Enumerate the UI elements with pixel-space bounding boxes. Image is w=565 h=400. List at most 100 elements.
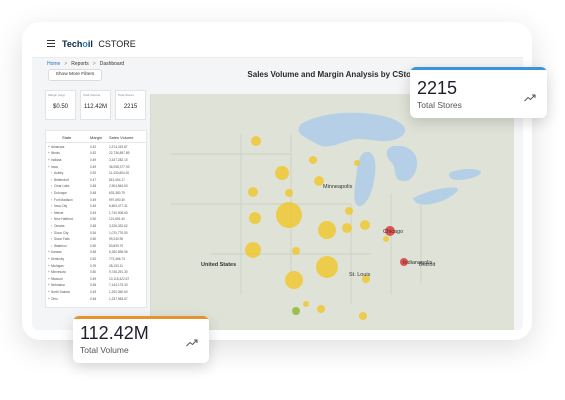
- store-bubble[interactable]: [303, 301, 309, 307]
- row-child-marker: ›: [51, 190, 53, 195]
- store-bubble[interactable]: [248, 187, 258, 197]
- expand-toggle-icon[interactable]: +: [48, 297, 50, 301]
- table-cell-volume: 1,237,983.67: [109, 296, 128, 301]
- table-row[interactable]: Arkansas +0.42 2,274,419.87: [46, 144, 146, 150]
- store-bubble[interactable]: [360, 220, 370, 230]
- store-bubble[interactable]: [359, 312, 367, 320]
- store-map[interactable]: United States Chicago Indianapolis Detro…: [150, 94, 514, 330]
- expand-toggle-icon[interactable]: +: [48, 290, 50, 294]
- store-bubble[interactable]: [249, 212, 261, 224]
- row-child-marker: ›: [51, 197, 53, 202]
- table-cell-volume: 3,226,332.62: [109, 223, 128, 228]
- table-row[interactable]: Melcer › 0.49 1,740,908.60: [46, 210, 146, 216]
- table-row[interactable]: New Hartford › 0.50 121,651.40: [46, 217, 146, 223]
- table-row[interactable]: Kentucky +0.52 773,466.73: [46, 256, 146, 262]
- store-bubble[interactable]: [275, 166, 289, 180]
- table-cell-volume: 99,240.90: [109, 237, 124, 242]
- table-row[interactable]: Illinois +0.52 22,736,897.89: [46, 151, 146, 157]
- expand-toggle-icon[interactable]: +: [48, 277, 50, 281]
- table-row[interactable]: Omaha › 0.48 3,226,332.62: [46, 223, 146, 229]
- table-row[interactable]: Waterloo › 0.50 50,830.70: [46, 243, 146, 249]
- kpi-tiles: Margin (avg) $0.50 Total Volume 112.42M …: [45, 90, 147, 128]
- label-country: United States: [201, 262, 236, 268]
- store-bubble[interactable]: [309, 156, 317, 164]
- table-row[interactable]: Bettendorf › 0.47 813,064.17: [46, 177, 146, 183]
- table-cell-margin: 0.29: [90, 263, 97, 268]
- table-row[interactable]: Fort Madison › 0.49 997,690.30: [46, 197, 146, 203]
- table-row[interactable]: Michigan +0.29 28,153.11: [46, 263, 146, 269]
- table-row[interactable]: North Dakota +0.49 1,200,360.60: [46, 289, 146, 295]
- store-bubble[interactable]: [245, 242, 261, 258]
- store-bubble[interactable]: [342, 223, 352, 233]
- app-logo[interactable]: Techoil CSTORE: [62, 39, 136, 49]
- table-cell-volume: 50,830.70: [109, 243, 124, 248]
- table-cell-margin: 0.50: [90, 243, 97, 248]
- table-row[interactable]: Sioux City › 0.54 1,070,776.50: [46, 230, 146, 236]
- store-bubble[interactable]: [354, 160, 360, 166]
- store-bubble[interactable]: [276, 202, 302, 228]
- map-canvas[interactable]: United States Chicago Indianapolis Detro…: [151, 94, 514, 330]
- store-bubble[interactable]: [345, 207, 353, 215]
- expand-toggle-icon[interactable]: +: [48, 283, 50, 287]
- stage: Techoil CSTORE Home > Reports > Dashboard Sh…: [0, 0, 565, 400]
- total-stores-card[interactable]: 2215 Total Stores: [410, 67, 547, 118]
- table-cell-name: Ackley: [54, 171, 64, 176]
- menu-icon[interactable]: [47, 40, 55, 47]
- table-row[interactable]: Ohio +0.48 1,237,983.67: [46, 296, 146, 302]
- total-volume-value: 112.42M: [80, 323, 149, 343]
- table-row[interactable]: Iowa +0.49 36,058,377.93: [46, 164, 146, 170]
- table-cell-volume: 28,153.11: [109, 263, 123, 268]
- expand-toggle-icon[interactable]: +: [48, 165, 50, 169]
- table-cell-name: Minnesota: [51, 270, 66, 275]
- table-row[interactable]: Iowa City › 0.45 6,563,477.31: [46, 203, 146, 209]
- store-bubble[interactable]: [318, 221, 336, 239]
- breadcrumb-reports[interactable]: Reports: [71, 61, 89, 67]
- table-row[interactable]: Missouri +0.49 10,115,422.67: [46, 276, 146, 282]
- table-cell-margin: 0.48: [90, 223, 97, 228]
- expand-toggle-icon[interactable]: +: [48, 257, 50, 261]
- card-accent-bar: [410, 67, 547, 70]
- expand-toggle-icon[interactable]: +: [48, 250, 50, 254]
- brand-suffix: il: [87, 39, 93, 49]
- expand-toggle-icon[interactable]: +: [48, 151, 50, 155]
- table-row[interactable]: Indiana +0.49 3,167,282.10: [46, 157, 146, 163]
- store-bubble[interactable]: [316, 256, 338, 278]
- store-bubble[interactable]: [285, 271, 303, 289]
- table-row[interactable]: Nebraska +0.48 7,144,175.30: [46, 283, 146, 289]
- table-cell-name: Sioux City: [54, 230, 69, 235]
- expand-toggle-icon[interactable]: +: [48, 264, 50, 268]
- table-cell-margin: 0.49: [90, 276, 97, 281]
- table-cell-margin: 0.52: [90, 256, 97, 261]
- total-volume-card[interactable]: 112.42M Total Volume: [73, 316, 209, 363]
- table-row[interactable]: Ackley › 0.52 11,430,854.20: [46, 170, 146, 176]
- expand-toggle-icon[interactable]: +: [48, 158, 50, 162]
- show-more-filters-button[interactable]: Show More Filters: [48, 69, 102, 81]
- table-cell-margin: 0.54: [90, 230, 97, 235]
- store-bubble-mid-margin[interactable]: [292, 307, 300, 315]
- row-child-marker: ›: [51, 171, 53, 176]
- store-bubble[interactable]: [292, 247, 300, 255]
- row-child-marker: ›: [51, 230, 53, 235]
- expand-toggle-icon[interactable]: +: [48, 270, 50, 274]
- table-row[interactable]: Kansas +0.48 6,260,898.56: [46, 250, 146, 256]
- table-row[interactable]: Minnesota +0.50 9,746,291.30: [46, 269, 146, 275]
- breadcrumb-home[interactable]: Home: [47, 61, 60, 67]
- store-bubble[interactable]: [317, 305, 325, 313]
- table-row[interactable]: Clear Lake › 0.48 2,904,564.60: [46, 184, 146, 190]
- table-cell-margin: 0.52: [90, 151, 97, 156]
- column-header-margin[interactable]: Margin: [90, 135, 102, 140]
- kpi-value: 2215: [123, 104, 138, 110]
- store-bubble[interactable]: [285, 189, 293, 197]
- store-bubble[interactable]: [251, 136, 261, 146]
- column-header-volume[interactable]: Sales Volume: [109, 135, 133, 140]
- column-header-state[interactable]: State: [62, 135, 71, 140]
- store-bubble[interactable]: [383, 236, 389, 242]
- table-cell-name: New Hartford: [54, 217, 73, 222]
- table-cell-name: North Dakota: [51, 289, 70, 294]
- table-row[interactable]: Dubuque › 0.48 633,380.79: [46, 190, 146, 196]
- table-cell-margin: 0.48: [90, 296, 97, 301]
- table-cell-name: Kansas: [51, 250, 62, 255]
- expand-toggle-icon[interactable]: +: [48, 145, 50, 149]
- table-row[interactable]: Sioux Falls › 0.50 99,240.90: [46, 236, 146, 242]
- table-cell-margin: 0.52: [90, 171, 97, 176]
